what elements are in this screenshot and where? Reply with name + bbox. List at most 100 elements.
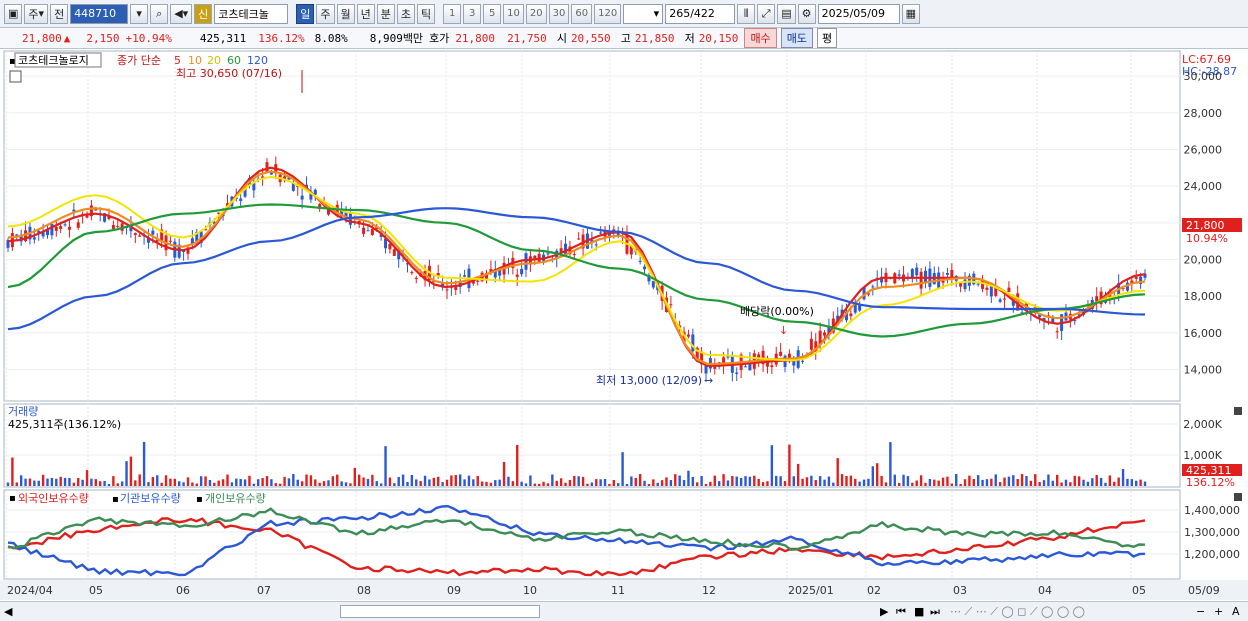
interval-3[interactable]: 3 <box>463 3 482 24</box>
prev-button[interactable]: 전 <box>50 3 69 24</box>
count-input[interactable]: 265/422 <box>665 3 736 24</box>
volume-bar <box>766 481 769 486</box>
volume-bar <box>963 479 967 486</box>
sell-button[interactable]: 매도 <box>780 28 813 48</box>
ma10-label: 10 <box>188 54 202 67</box>
stop-icon[interactable]: ■ <box>914 605 924 618</box>
gear-icon[interactable]: ⚙ <box>797 3 816 24</box>
candle-body <box>577 238 581 240</box>
ma60-label: 60 <box>227 54 241 67</box>
min-price-label: 최저 13,000 (12/09) <box>596 374 702 387</box>
volume-bar <box>643 480 646 486</box>
volume-bar <box>1016 479 1019 486</box>
tab-day[interactable]: 일 <box>296 3 315 24</box>
candle-body <box>454 287 458 291</box>
volume-title: 거래량 <box>8 405 38 418</box>
buy-button[interactable]: 매수 <box>744 28 777 48</box>
interval-10[interactable]: 10 <box>503 3 524 24</box>
tab-tick[interactable]: 틱 <box>417 3 436 24</box>
interval-custom-input[interactable]: ▾ <box>623 3 664 24</box>
scroll-left-icon[interactable]: ◀ <box>4 605 12 618</box>
volume-panel[interactable] <box>3 403 1181 488</box>
tab-year[interactable]: 년 <box>356 3 375 24</box>
search-icon[interactable]: ⌕ <box>150 3 169 24</box>
x-tick-label: 07 <box>257 584 271 597</box>
interval-60[interactable]: 60 <box>571 3 593 24</box>
candle-body <box>239 198 243 201</box>
volume-bar <box>871 466 875 486</box>
stock-code-input[interactable]: 448710 <box>70 3 129 24</box>
volume-bar <box>546 483 550 486</box>
scroll-bar[interactable]: ◀ ▶ ⏮ ■ ⏭ ⋯ ⟋ ⋯ ⟋ ◯ ◻ ⟋ ◯ ◯ ◯ − + A <box>0 601 1248 621</box>
volume-bar <box>15 482 18 486</box>
save-icon[interactable]: ▤ <box>777 3 796 24</box>
x-tick-label: 03 <box>953 584 967 597</box>
volume-bar <box>103 480 106 486</box>
calendar-icon[interactable]: ▦ <box>901 3 921 24</box>
volume-bar <box>134 480 137 486</box>
price-panel[interactable] <box>3 50 1181 402</box>
interval-1[interactable]: 1 <box>443 3 462 24</box>
interval-5[interactable]: 5 <box>483 3 502 24</box>
zoom-in-icon[interactable]: + <box>1214 605 1223 618</box>
new-badge[interactable]: 신 <box>194 3 213 24</box>
volume-bar <box>353 467 357 486</box>
ma20-label: 20 <box>207 54 221 67</box>
zoom-out-icon[interactable]: − <box>1196 605 1205 618</box>
volume-bar <box>450 475 453 486</box>
tab-month[interactable]: 월 <box>336 3 355 24</box>
volume-bar <box>178 481 181 486</box>
candle-body <box>915 267 919 276</box>
volume-bar <box>893 474 896 486</box>
candle-body <box>533 255 537 259</box>
volume-bar <box>1139 479 1142 486</box>
code-dropdown-icon[interactable]: ▾ <box>130 3 149 24</box>
candle-body <box>985 287 989 290</box>
high-price: 21,850 <box>634 31 675 45</box>
volume-bar <box>955 474 958 486</box>
holding-panel-close-icon[interactable] <box>1234 493 1242 501</box>
interval-120[interactable]: 120 <box>594 3 622 24</box>
scroll-thumb[interactable] <box>340 605 540 618</box>
tab-second[interactable]: 초 <box>396 3 416 24</box>
candle-body <box>168 240 172 242</box>
draw-tools-icon[interactable]: ⋯ ⟋ ⋯ ⟋ ◯ ◻ ⟋ ◯ ◯ ◯ <box>950 605 1085 619</box>
open-label: 시 <box>556 32 567 45</box>
volume-bar <box>1025 475 1028 486</box>
font-size-icon[interactable]: A <box>1232 605 1240 618</box>
volume-bar <box>107 483 111 486</box>
volume-bar <box>19 475 23 486</box>
first-icon[interactable]: ⏮ <box>896 605 906 619</box>
interval-20[interactable]: 20 <box>525 3 547 24</box>
stock-name-box: 코츠테크놀 <box>214 3 289 24</box>
volume-bar <box>621 452 624 486</box>
table-icon[interactable] <box>9 70 22 83</box>
volume-bar <box>590 482 594 486</box>
volume-bar <box>603 478 607 486</box>
window-icon[interactable]: ▣ <box>4 3 23 24</box>
date-input[interactable]: 2025/05/09 <box>817 3 900 24</box>
volume-bar <box>665 477 668 486</box>
candle-body <box>651 281 655 288</box>
volume-bar <box>261 478 264 486</box>
avg-button[interactable]: 평 <box>816 28 838 48</box>
volume-bar <box>902 474 905 486</box>
tab-minute[interactable]: 분 <box>376 3 395 24</box>
tab-week[interactable]: 주 <box>316 3 335 24</box>
sound-icon[interactable]: ◀▾ <box>170 3 193 24</box>
volume-bar <box>1117 477 1120 486</box>
candle-icon[interactable]: ⫴ <box>737 3 756 24</box>
tab-tick-label: 틱 <box>421 7 432 21</box>
last-icon[interactable]: ⏭ <box>930 605 940 619</box>
tool-icon[interactable]: ⤢ <box>757 3 776 24</box>
volume-bar <box>862 479 866 486</box>
volume-bar <box>998 482 1002 486</box>
volume-bar <box>880 475 883 486</box>
volume-bar <box>669 480 673 486</box>
chart-area[interactable]: ▪ 코츠테크놀로지 종가 단순 5 10 20 60 120 최고 30,650… <box>0 49 1248 601</box>
interval-30[interactable]: 30 <box>548 3 570 24</box>
scroll-right-icon[interactable]: ▶ <box>880 605 888 618</box>
tab-minute-label: 분 <box>380 7 391 21</box>
volume-panel-close-icon[interactable] <box>1234 407 1242 415</box>
period-type-select[interactable]: 주 ▾ <box>24 3 49 24</box>
